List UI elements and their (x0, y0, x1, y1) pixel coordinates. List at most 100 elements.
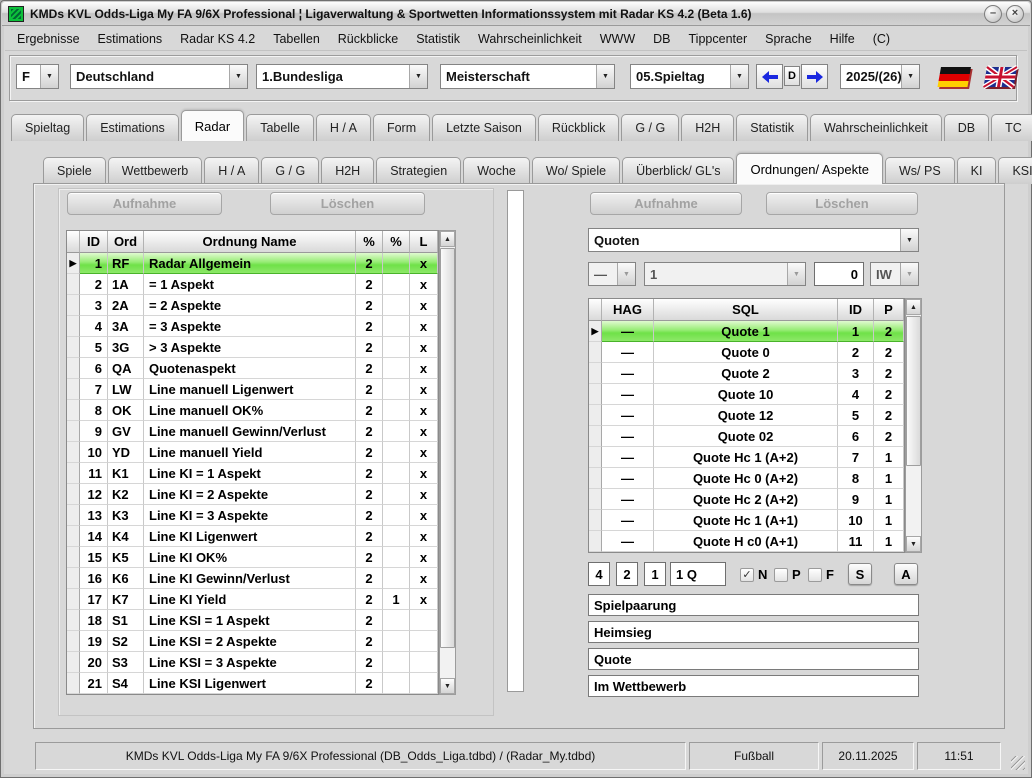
checkbox-p[interactable]: P (774, 567, 801, 582)
f-select[interactable]: F ▼ (16, 64, 59, 89)
unchecked-icon[interactable] (808, 568, 822, 582)
season-select[interactable]: 2025/(26) ▼ (840, 64, 920, 89)
menu-statistik[interactable]: Statistik (408, 29, 468, 49)
column-header-ord[interactable]: Ord (108, 231, 144, 253)
germany-flag-icon[interactable] (936, 63, 974, 94)
scrollbar-thumb[interactable] (906, 316, 921, 466)
column-header-id[interactable]: ID (80, 231, 108, 253)
tab-wettbewerb[interactable]: Wettbewerb (108, 157, 202, 184)
competition-select[interactable]: Meisterschaft ▼ (440, 64, 615, 89)
table-row[interactable]: —Quote Hc 1 (A+2)71 (589, 447, 904, 468)
mini-button-1[interactable]: 1 (644, 562, 666, 586)
table-row[interactable]: 13K3Line KI = 3 Aspekte2x (67, 505, 438, 526)
tab-spiele[interactable]: Spiele (43, 157, 106, 184)
ordnung-table-scrollbar[interactable]: ▲ ▼ (439, 230, 456, 695)
table-row[interactable]: 18S1Line KSI = 1 Aspekt2 (67, 610, 438, 631)
uk-flag-icon[interactable] (982, 63, 1020, 94)
field-heimsieg[interactable]: Heimsieg (588, 621, 919, 643)
menu-r-ckblicke[interactable]: Rückblicke (330, 29, 406, 49)
country-select[interactable]: Deutschland ▼ (70, 64, 248, 89)
a-button[interactable]: A (894, 563, 918, 585)
table-row[interactable]: —Quote 022 (589, 342, 904, 363)
tab-spieltag[interactable]: Spieltag (11, 114, 84, 141)
prev-matchday-button[interactable] (756, 64, 783, 89)
tab-h2h[interactable]: H2H (321, 157, 374, 184)
table-row[interactable]: —Quote 1042 (589, 384, 904, 405)
tab-h-a[interactable]: H / A (316, 114, 371, 141)
menu-wahrscheinlichkeit[interactable]: Wahrscheinlichkeit (470, 29, 590, 49)
category-select[interactable]: Quoten ▼ (588, 228, 919, 252)
field-spielpaarung[interactable]: Spielpaarung (588, 594, 919, 616)
resize-grip-icon[interactable] (1011, 756, 1025, 770)
column-header-p1[interactable]: % (356, 231, 383, 253)
menu-www[interactable]: WWW (592, 29, 643, 49)
sql-table-scrollbar[interactable]: ▲ ▼ (905, 298, 922, 553)
table-row[interactable]: 17K7Line KI Yield21x (67, 589, 438, 610)
tab-db[interactable]: DB (944, 114, 989, 141)
left-loeschen-button[interactable]: Löschen (270, 192, 425, 215)
table-row[interactable]: 15K5Line KI OK%2x (67, 547, 438, 568)
table-row[interactable]: —Quote 232 (589, 363, 904, 384)
tab-ordnungen-aspekte[interactable]: Ordnungen/ Aspekte (736, 153, 883, 184)
tab-estimations[interactable]: Estimations (86, 114, 179, 141)
table-row[interactable]: 21S4Line KSI Ligenwert2 (67, 673, 438, 694)
table-row[interactable]: 43A = 3 Aspekte2x (67, 316, 438, 337)
menu-radar-ks-4-2[interactable]: Radar KS 4.2 (172, 29, 263, 49)
column-header-sql-p[interactable]: P (874, 299, 904, 321)
tab-statistik[interactable]: Statistik (736, 114, 808, 141)
scroll-up-icon[interactable]: ▲ (906, 299, 921, 315)
checked-icon[interactable]: ✓ (740, 568, 754, 582)
column-header-l[interactable]: L (410, 231, 438, 253)
column-header-sql[interactable]: SQL (654, 299, 838, 321)
checkbox-n[interactable]: ✓N (740, 567, 767, 582)
table-row[interactable]: 53G > 3 Aspekte2x (67, 337, 438, 358)
tab-r-ckblick[interactable]: Rückblick (538, 114, 620, 141)
menu-hilfe[interactable]: Hilfe (822, 29, 863, 49)
table-row[interactable]: 8OKLine manuell OK%2x (67, 400, 438, 421)
field-im-wettbewerb[interactable]: Im Wettbewerb (588, 675, 919, 697)
tab-tc[interactable]: TC (991, 114, 1032, 141)
menu-ergebnisse[interactable]: Ergebnisse (9, 29, 88, 49)
menu-sprache[interactable]: Sprache (757, 29, 820, 49)
table-row[interactable]: 16K6Line KI Gewinn/Verlust2x (67, 568, 438, 589)
scroll-down-icon[interactable]: ▼ (906, 536, 921, 552)
mini-button-2[interactable]: 2 (616, 562, 638, 586)
table-row[interactable]: 32A = 2 Aspekte2x (67, 295, 438, 316)
table-row[interactable]: —Quote H c0 (A+1)111 (589, 531, 904, 552)
tab-ws-ps[interactable]: Ws/ PS (885, 157, 955, 184)
column-header-p2[interactable]: % (383, 231, 410, 253)
column-header-sql-id[interactable]: ID (838, 299, 874, 321)
column-header-hag[interactable]: HAG (602, 299, 654, 321)
league-select[interactable]: 1.Bundesliga ▼ (256, 64, 428, 89)
table-row[interactable]: 9GVLine manuell Gewinn/Verlust2x (67, 421, 438, 442)
tab-h2h[interactable]: H2H (681, 114, 734, 141)
tab-berblick-gl-s[interactable]: Überblick/ GL's (622, 157, 734, 184)
mini-button-4[interactable]: 4 (588, 562, 610, 586)
table-row[interactable]: —Quote Hc 2 (A+2)91 (589, 489, 904, 510)
table-row[interactable]: 19S2Line KSI = 2 Aspekte2 (67, 631, 438, 652)
table-row[interactable]: ▶—Quote 112 (589, 321, 904, 342)
scroll-up-icon[interactable]: ▲ (440, 231, 455, 247)
table-row[interactable]: 7LWLine manuell Ligenwert2x (67, 379, 438, 400)
s-button[interactable]: S (848, 563, 872, 585)
scroll-down-icon[interactable]: ▼ (440, 678, 455, 694)
tab-h-a[interactable]: H / A (204, 157, 259, 184)
right-aufnahme-button[interactable]: Aufnahme (590, 192, 742, 215)
dash-select[interactable]: — ▼ (588, 262, 636, 286)
table-row[interactable]: ▶1RFRadar Allgemein2x (67, 253, 438, 274)
tab-form[interactable]: Form (373, 114, 430, 141)
table-row[interactable]: 6QAQuotenaspekt2x (67, 358, 438, 379)
tab-g-g[interactable]: G / G (621, 114, 679, 141)
zero-field[interactable]: 0 (814, 262, 864, 286)
iw-select[interactable]: IW ▼ (870, 262, 919, 286)
table-row[interactable]: —Quote Hc 0 (A+2)81 (589, 468, 904, 489)
menu-c[interactable]: (C) (865, 29, 898, 49)
d-button[interactable]: D (784, 66, 800, 86)
tab-ki[interactable]: KI (957, 157, 997, 184)
table-row[interactable]: 12K2Line KI = 2 Aspekte2x (67, 484, 438, 505)
column-header-name[interactable]: Ordnung Name (144, 231, 356, 253)
next-matchday-button[interactable] (801, 64, 828, 89)
tab-g-g[interactable]: G / G (261, 157, 319, 184)
table-row[interactable]: —Quote 1252 (589, 405, 904, 426)
menu-db[interactable]: DB (645, 29, 678, 49)
